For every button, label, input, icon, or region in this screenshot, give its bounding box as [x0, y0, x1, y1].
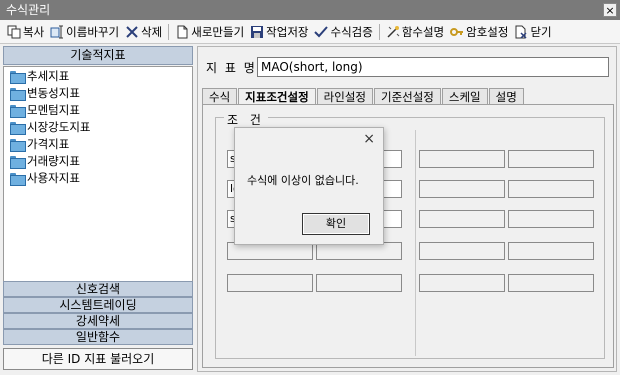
new-label: 새로만들기 — [191, 24, 245, 39]
category-signal-search[interactable]: 신호검색 — [3, 281, 193, 297]
tree-item-label: 거래량지표 — [27, 154, 80, 168]
folder-icon — [10, 122, 26, 135]
column-divider — [415, 130, 416, 356]
key-icon — [450, 25, 464, 39]
save-icon — [250, 25, 264, 39]
condition-param-field[interactable] — [419, 180, 505, 198]
function-help-icon — [386, 25, 400, 39]
condition-group-title: 조 건 — [224, 111, 268, 128]
condition-value-field[interactable] — [508, 274, 594, 292]
tree-item[interactable]: 변동성지표 — [4, 85, 192, 102]
close-label: 닫기 — [530, 24, 552, 39]
left-panel: 기술적지표 추세지표 변동성지표 모멘텀지표 시장강도지표 가격지표 거래량지표… — [3, 46, 193, 372]
check-icon — [314, 25, 329, 39]
toolbar-separator — [378, 23, 380, 40]
tree-item-label: 변동성지표 — [27, 86, 80, 100]
load-other-id-button[interactable]: 다른 ID 지표 불러오기 — [3, 348, 193, 370]
close-button[interactable]: 닫기 — [511, 22, 554, 42]
tab-line-settings[interactable]: 라인설정 — [316, 88, 373, 105]
function-help-button[interactable]: 함수설명 — [383, 22, 447, 42]
condition-param-field[interactable] — [419, 150, 505, 168]
folder-icon — [10, 139, 26, 152]
tree-item-label: 사용자지표 — [27, 171, 80, 185]
folder-icon — [10, 71, 26, 84]
tree-item[interactable]: 시장강도지표 — [4, 119, 192, 136]
condition-value-field[interactable] — [508, 180, 594, 198]
tree-item-label: 모멘텀지표 — [27, 103, 80, 117]
delete-icon — [125, 25, 139, 39]
rename-icon — [50, 25, 64, 39]
save-label: 작업저장 — [266, 24, 309, 39]
tab-condition-settings[interactable]: 지표조건설정 — [238, 88, 316, 105]
folder-icon — [10, 105, 26, 118]
dialog-message: 수식에 이상이 없습니다. — [247, 174, 359, 187]
indicator-name-input[interactable]: MAO(short, long) — [257, 57, 609, 77]
condition-param-field[interactable] — [419, 210, 505, 228]
tree-item[interactable]: 거래량지표 — [4, 153, 192, 170]
tree-item-label: 추세지표 — [27, 69, 70, 83]
dialog-close-button[interactable]: × — [363, 131, 375, 147]
new-file-icon — [175, 25, 189, 39]
toolbar-separator — [168, 23, 170, 40]
condition-param-field[interactable] — [419, 274, 505, 292]
tab-scale[interactable]: 스케일 — [441, 88, 488, 105]
copy-label: 복사 — [23, 24, 45, 39]
delete-button[interactable]: 삭제 — [122, 22, 165, 42]
ok-button[interactable]: 확인 — [302, 213, 370, 235]
password-button[interactable]: 암호설정 — [447, 22, 511, 42]
copy-button[interactable]: 복사 — [4, 22, 47, 42]
message-dialog: × 수식에 이상이 없습니다. 확인 — [234, 127, 384, 245]
condition-value-field[interactable] — [316, 274, 402, 292]
new-button[interactable]: 새로만들기 — [172, 22, 247, 42]
condition-value-field[interactable] — [508, 210, 594, 228]
window-close-button[interactable]: × — [603, 3, 617, 17]
function-help-label: 함수설명 — [401, 24, 445, 39]
tree-item-label: 시장강도지표 — [27, 120, 91, 134]
delete-label: 삭제 — [141, 24, 163, 39]
verify-label: 수식검증 — [330, 24, 373, 39]
tree-item[interactable]: 가격지표 — [4, 136, 192, 153]
condition-param-field[interactable] — [227, 274, 313, 292]
indicator-name-label: 지 표 명 — [206, 61, 257, 75]
copy-icon — [7, 25, 21, 39]
tech-indicator-header[interactable]: 기술적지표 — [3, 46, 193, 65]
save-button[interactable]: 작업저장 — [247, 22, 311, 42]
tab-description[interactable]: 설명 — [488, 88, 524, 105]
rename-label: 이름바꾸기 — [66, 24, 120, 39]
rename-button[interactable]: 이름바꾸기 — [47, 22, 122, 42]
tab-baseline-settings[interactable]: 기준선설정 — [373, 88, 441, 105]
folder-open-icon — [10, 173, 26, 186]
condition-param-field[interactable] — [419, 242, 505, 260]
folder-icon — [10, 88, 26, 101]
category-general-functions[interactable]: 일반함수 — [3, 329, 193, 345]
tree-item-label: 가격지표 — [27, 137, 70, 151]
tab-formula[interactable]: 수식 — [202, 88, 238, 105]
tree-item[interactable]: 모멘텀지표 — [4, 102, 192, 119]
category-bull-bear[interactable]: 강세약세 — [3, 313, 193, 329]
condition-value-field[interactable] — [508, 150, 594, 168]
password-label: 암호설정 — [466, 24, 509, 39]
window-titlebar: 수식관리 × — [0, 0, 620, 20]
tree-item[interactable]: 사용자지표 — [4, 170, 192, 187]
toolbar: 복사 이름바꾸기 삭제 새로만들기 작업저장 수식검증 함수설명 암호설정 닫기 — [0, 20, 620, 44]
folder-icon — [10, 156, 26, 169]
verify-button[interactable]: 수식검증 — [311, 22, 375, 42]
window-title: 수식관리 — [6, 3, 51, 17]
close-doc-icon — [514, 25, 528, 39]
category-system-trading[interactable]: 시스템트레이딩 — [3, 297, 193, 313]
tab-bar: 수식 지표조건설정 라인설정 기준선설정 스케일 설명 — [202, 88, 525, 105]
condition-value-field[interactable] — [508, 242, 594, 260]
tree-item[interactable]: 추세지표 — [4, 68, 192, 85]
